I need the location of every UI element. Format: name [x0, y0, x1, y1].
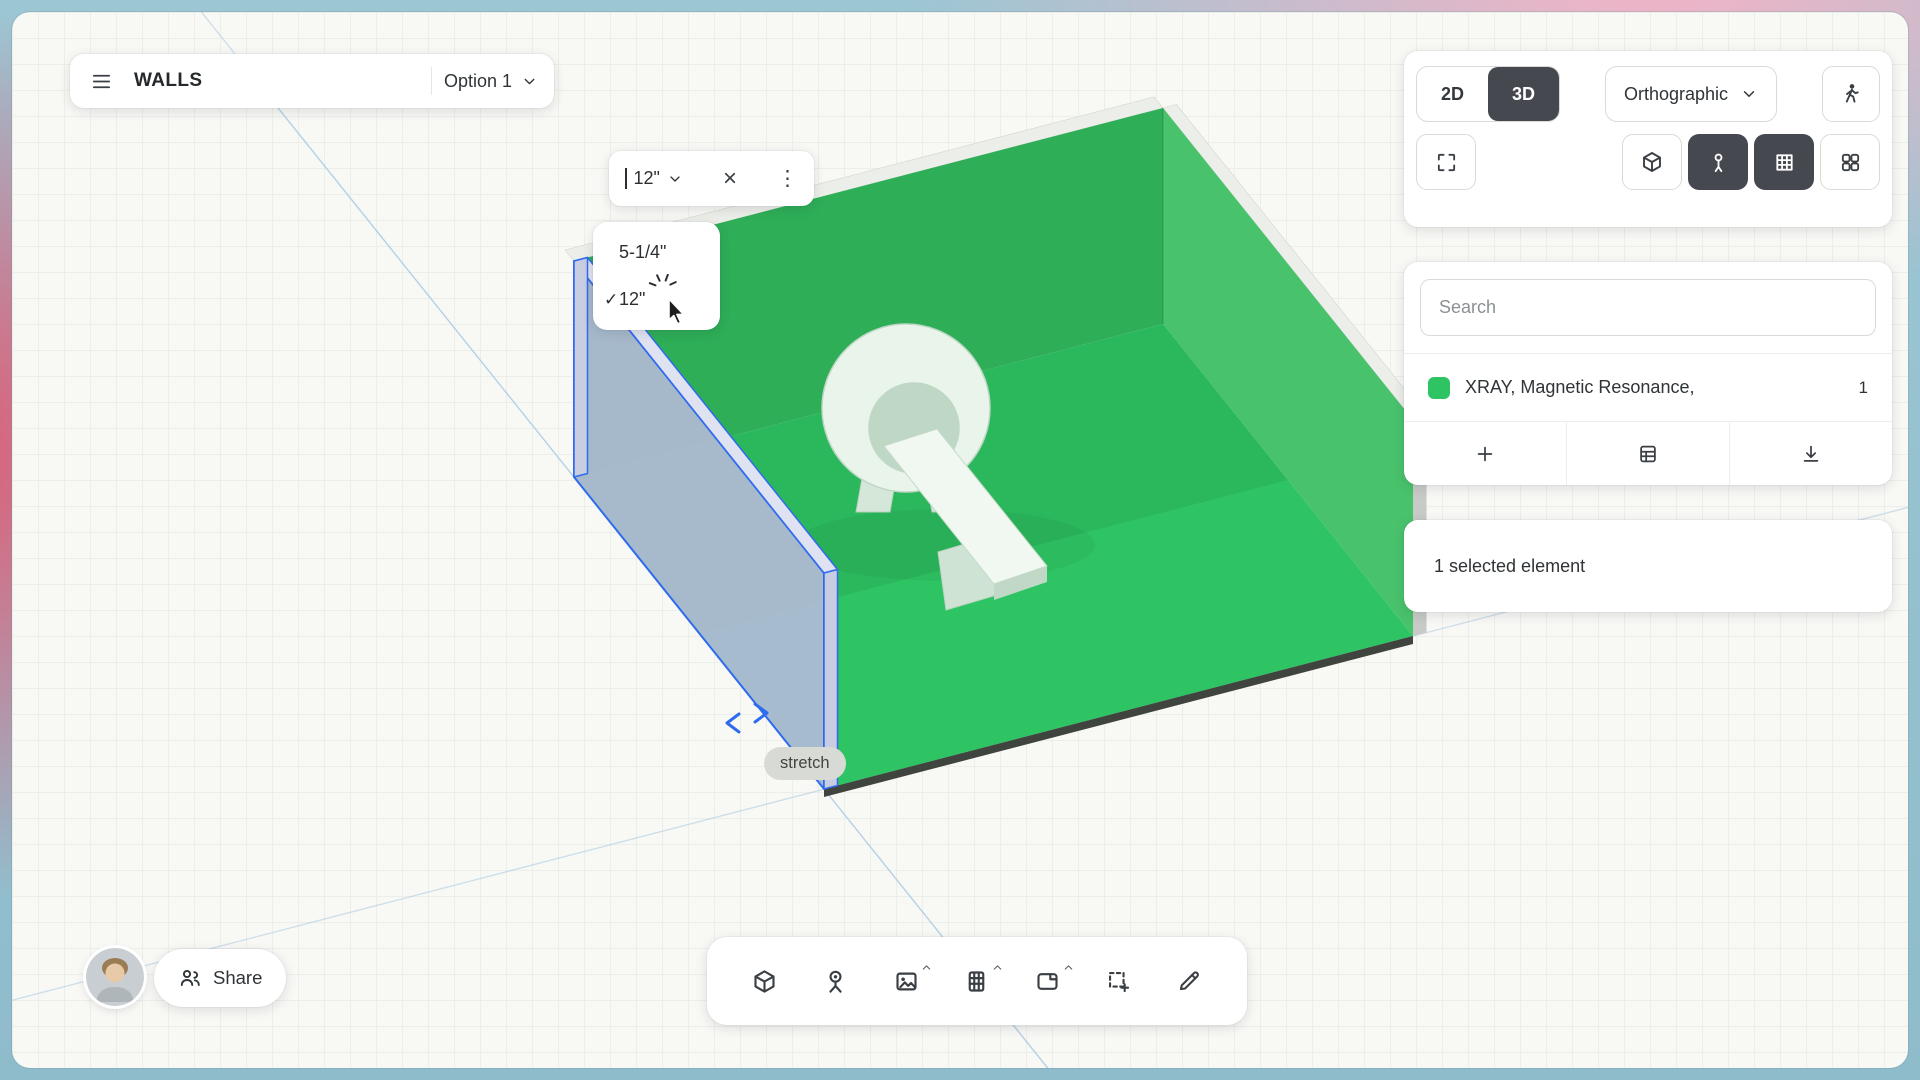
page-title: WALLS — [134, 70, 203, 92]
share-label: Share — [213, 967, 262, 989]
menu-item-width-option[interactable]: 5-1/4" — [593, 229, 720, 276]
volume-tool-button[interactable] — [741, 958, 787, 1004]
pin-stand-icon — [1707, 151, 1730, 174]
fullscreen-icon — [1435, 151, 1458, 174]
cube-icon — [1640, 150, 1664, 174]
image-tool-button[interactable] — [883, 958, 929, 1004]
chevron-down-icon — [1740, 85, 1758, 103]
search-input[interactable] — [1420, 279, 1876, 336]
wall-edit-toolbar: 12" × ⋮ — [609, 151, 814, 206]
menu-item-label: 5-1/4" — [619, 242, 666, 263]
sheet-icon — [1034, 968, 1061, 995]
building-tool-button[interactable] — [954, 958, 1000, 1004]
scanner-icon — [822, 968, 849, 995]
pen-icon — [1176, 968, 1202, 994]
menu-button[interactable] — [80, 60, 122, 102]
first-person-button[interactable] — [1688, 134, 1748, 190]
wall-width-menu: 5-1/4" ✓ 12" — [593, 222, 720, 330]
stretch-tooltip: stretch — [764, 747, 846, 780]
share-button[interactable]: Share — [154, 949, 286, 1007]
wall-width-value: 12" — [634, 168, 660, 189]
plus-icon — [1474, 443, 1496, 465]
option-label: Option 1 — [444, 71, 512, 92]
grid-icon — [1773, 151, 1796, 174]
element-label: XRAY, Magnetic Resonance, — [1465, 377, 1694, 398]
shaded-view-button[interactable] — [1622, 134, 1682, 190]
download-icon — [1800, 443, 1822, 465]
stretch-arrows[interactable] — [727, 704, 767, 732]
toggle-2d-button[interactable]: 2D — [1417, 67, 1488, 121]
schedule-button[interactable] — [1566, 422, 1729, 485]
draw-tool-button[interactable] — [1166, 958, 1212, 1004]
kebab-menu-button[interactable]: ⋮ — [777, 166, 798, 191]
image-icon — [893, 968, 920, 995]
marquee-plus-icon — [1105, 968, 1132, 995]
chevron-up-icon — [920, 961, 933, 974]
people-icon — [178, 966, 202, 990]
panel-actions — [1404, 421, 1892, 485]
layout-view-button[interactable] — [1820, 134, 1880, 190]
surface-tool-button[interactable] — [1025, 958, 1071, 1004]
chevron-down-icon — [521, 73, 538, 90]
spreadsheet-icon — [1637, 443, 1659, 465]
walkthrough-button[interactable] — [1822, 66, 1880, 122]
user-avatar[interactable] — [86, 948, 144, 1006]
grid-view-button[interactable] — [1754, 134, 1814, 190]
dimension-toggle: 2D 3D — [1416, 66, 1560, 122]
projection-dropdown[interactable]: Orthographic — [1605, 66, 1777, 122]
chevron-up-icon — [991, 961, 1004, 974]
walking-person-icon — [1839, 82, 1863, 106]
render-mode-group — [1622, 134, 1880, 190]
divider — [431, 67, 432, 95]
app-window: stretch WALLS Option 1 2D 3D Orthographi… — [12, 12, 1908, 1068]
chevron-down-icon — [667, 171, 683, 187]
color-swatch — [1428, 377, 1450, 399]
marquee-add-button[interactable] — [1096, 958, 1142, 1004]
add-element-button[interactable] — [1404, 422, 1566, 485]
selection-status-card: 1 selected element — [1404, 520, 1892, 612]
menu-item-label: 12" — [619, 289, 645, 310]
option-dropdown[interactable]: Option 1 — [444, 71, 538, 92]
hamburger-icon — [90, 70, 113, 93]
element-count: 1 — [1859, 378, 1868, 398]
tiles-icon — [1839, 151, 1862, 174]
selection-status: 1 selected element — [1434, 556, 1585, 577]
chevron-up-icon — [1062, 961, 1075, 974]
view-controls: 2D 3D Orthographic — [1404, 51, 1892, 227]
element-list-item[interactable]: XRAY, Magnetic Resonance, 1 — [1404, 353, 1892, 421]
download-button[interactable] — [1729, 422, 1892, 485]
equipment-tool-button[interactable] — [812, 958, 858, 1004]
insert-toolbar — [707, 937, 1247, 1025]
check-icon: ✓ — [593, 290, 619, 310]
toggle-3d-button[interactable]: 3D — [1488, 67, 1559, 121]
wall-width-dropdown[interactable]: 12" — [625, 168, 683, 189]
menu-item-width-option[interactable]: ✓ 12" — [593, 276, 720, 323]
avatar-image — [86, 948, 144, 1006]
close-button[interactable]: × — [723, 167, 737, 191]
building-icon — [963, 968, 990, 995]
cube-icon — [751, 968, 778, 995]
fullscreen-button[interactable] — [1416, 134, 1476, 190]
project-toolbar: WALLS Option 1 — [70, 54, 554, 108]
projection-label: Orthographic — [1624, 84, 1728, 105]
text-caret — [625, 168, 627, 189]
elements-panel: XRAY, Magnetic Resonance, 1 — [1404, 262, 1892, 485]
